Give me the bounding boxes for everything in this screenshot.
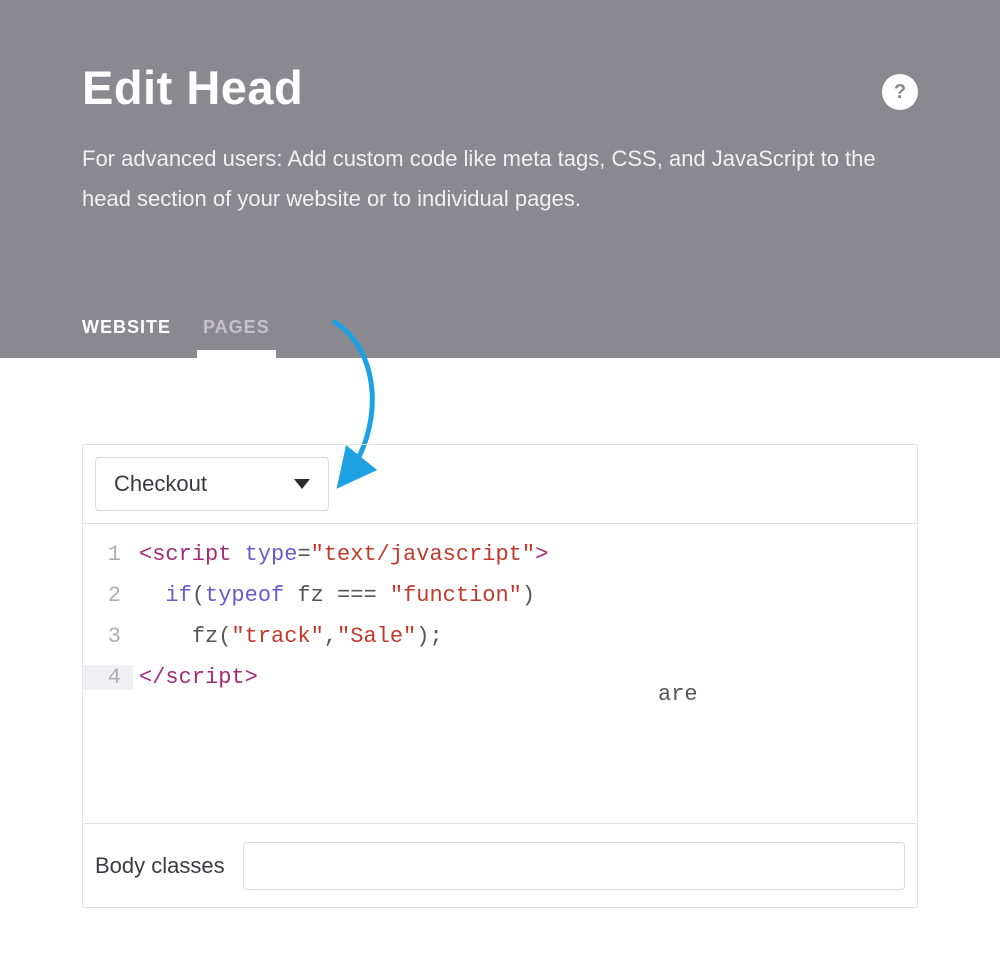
page-subtitle: For advanced users: Add custom code like… (82, 139, 912, 218)
page-selector[interactable]: Checkout (95, 457, 329, 511)
help-icon-label: ? (894, 81, 906, 104)
line-number: 1 (83, 542, 133, 567)
code-line: 3 fz("track","Sale"); (83, 616, 917, 657)
panel-top: Checkout (83, 445, 917, 523)
tabs: WEBSITE PAGES (82, 317, 270, 358)
body-classes-label: Body classes (95, 853, 225, 879)
line-number: 4 (83, 665, 133, 690)
page-selector-label: Checkout (114, 471, 207, 497)
page-title: Edit Head (82, 60, 303, 115)
stray-text: are (658, 682, 698, 707)
editor-panel: Checkout 1 <script type="text/javascript… (82, 444, 918, 908)
tab-website[interactable]: WEBSITE (82, 317, 171, 358)
line-number: 2 (83, 583, 133, 608)
code-text: <script type="text/javascript"> (133, 542, 548, 567)
content: Checkout 1 <script type="text/javascript… (0, 358, 1000, 908)
body-classes-input[interactable] (243, 842, 905, 890)
code-line: 4 </script> (83, 657, 917, 698)
header: Edit Head ? For advanced users: Add cust… (0, 0, 1000, 358)
code-line: 2 if(typeof fz === "function") (83, 575, 917, 616)
code-line: 1 <script type="text/javascript"> (83, 534, 917, 575)
code-text: if(typeof fz === "function") (133, 583, 535, 608)
body-classes-row: Body classes (83, 823, 917, 907)
help-icon[interactable]: ? (882, 74, 918, 110)
code-text: fz("track","Sale"); (133, 624, 443, 649)
tab-pages[interactable]: PAGES (203, 317, 270, 358)
code-text: </script> (133, 665, 258, 690)
chevron-down-icon (294, 479, 310, 489)
line-number: 3 (83, 624, 133, 649)
title-row: Edit Head ? (82, 60, 918, 115)
code-editor[interactable]: 1 <script type="text/javascript"> 2 if(t… (83, 523, 917, 823)
